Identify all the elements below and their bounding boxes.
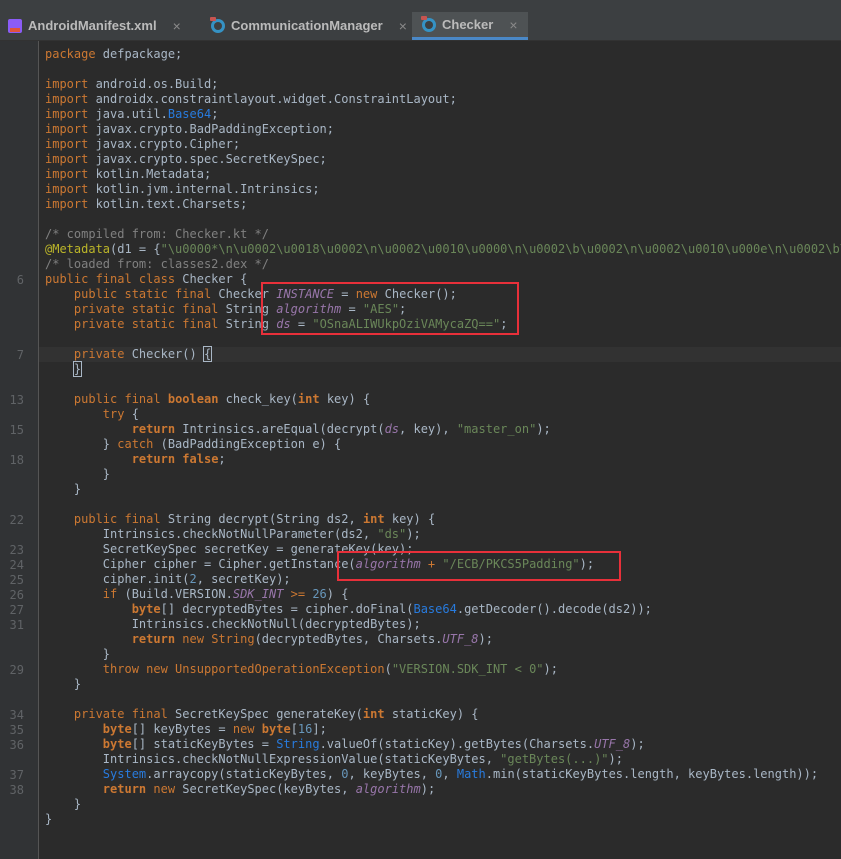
code-line[interactable]: import kotlin.Metadata; [45, 167, 211, 182]
code-line[interactable]: byte[] decryptedBytes = cipher.doFinal(B… [45, 602, 652, 617]
code-line[interactable]: import androidx.constraintlayout.widget.… [45, 92, 457, 107]
line-number: 31 [9, 618, 24, 632]
line-number: 35 [9, 723, 24, 737]
line-number: 6 [16, 273, 24, 287]
close-icon[interactable]: × [173, 18, 181, 34]
tab-communicationmanager[interactable]: CommunicationManager × [210, 12, 407, 39]
code-line[interactable]: Intrinsics.checkNotNullParameter(ds2, "d… [45, 527, 421, 542]
code-line[interactable]: } [45, 467, 110, 482]
line-number-gutter: 6 7 13 15 18 22 23 24 25 26 27 31 29 34 … [0, 41, 39, 859]
line-number: 24 [9, 558, 24, 572]
java-class-icon [421, 15, 436, 32]
tab-checker[interactable]: Checker × [412, 12, 528, 40]
line-number: 25 [9, 573, 24, 587]
code-line[interactable]: return new SecretKeySpec(keyBytes, algor… [45, 782, 435, 797]
line-number: 22 [9, 513, 24, 527]
code-line[interactable]: import android.os.Build; [45, 77, 218, 92]
code-line[interactable]: public final class Checker { [45, 272, 247, 287]
code-line[interactable]: package defpackage; [45, 47, 182, 62]
line-number: 18 [9, 453, 24, 467]
code-line[interactable]: } [45, 677, 81, 692]
line-number: 13 [9, 393, 24, 407]
code-line[interactable]: import kotlin.text.Charsets; [45, 197, 247, 212]
code-line[interactable]: private final SecretKeySpec generateKey(… [45, 707, 479, 722]
line-number: 37 [9, 768, 24, 782]
line-number: 38 [9, 783, 24, 797]
close-icon[interactable]: × [399, 18, 407, 34]
code-line[interactable]: public final boolean check_key(int key) … [45, 392, 370, 407]
code-line[interactable]: } [45, 647, 110, 662]
line-number: 26 [9, 588, 24, 602]
tab-label: AndroidManifest.xml [28, 18, 157, 33]
code-line[interactable]: } [45, 797, 81, 812]
code-line[interactable]: public final String decrypt(String ds2, … [45, 512, 435, 527]
code-line[interactable]: System.arraycopy(staticKeyBytes, 0, keyB… [45, 767, 818, 782]
java-class-icon [210, 16, 225, 33]
close-icon[interactable]: × [509, 17, 517, 33]
code-line[interactable]: byte[] keyBytes = new byte[16]; [45, 722, 327, 737]
code-line[interactable]: return Intrinsics.areEqual(decrypt(ds, k… [45, 422, 551, 437]
code-line[interactable]: private Checker() { [45, 346, 213, 362]
code-line[interactable]: byte[] staticKeyBytes = String.valueOf(s… [45, 737, 645, 752]
code-comment[interactable]: /* loaded from: classes2.dex */ [45, 257, 269, 272]
code-line[interactable]: import java.util.Base64; [45, 107, 218, 122]
highlight-box-fields [261, 282, 519, 335]
code-comment[interactable]: /* compiled from: Checker.kt */ [45, 227, 269, 242]
code-line[interactable]: } [45, 361, 83, 377]
line-number: 7 [16, 348, 24, 362]
code-line[interactable]: return new String(decryptedBytes, Charse… [45, 632, 493, 647]
line-number: 27 [9, 603, 24, 617]
xml-file-icon [8, 18, 22, 33]
line-number: 36 [9, 738, 24, 752]
highlight-box-cipher-mode [337, 551, 621, 581]
code-line[interactable]: Intrinsics.checkNotNullExpressionValue(s… [45, 752, 623, 767]
line-number: 34 [9, 708, 24, 722]
code-line[interactable]: } [45, 812, 52, 827]
code-line[interactable]: import javax.crypto.Cipher; [45, 137, 240, 152]
code-line[interactable]: cipher.init(2, secretKey); [45, 572, 291, 587]
tab-label: CommunicationManager [231, 18, 383, 33]
code-line[interactable]: @Metadata(d1 = {"\u0000*\n\u0002\u0018\u… [45, 242, 841, 257]
code-line[interactable]: if (Build.VERSION.SDK_INT >= 26) { [45, 587, 349, 602]
code-line[interactable]: import kotlin.jvm.internal.Intrinsics; [45, 182, 320, 197]
line-number: 29 [9, 663, 24, 677]
code-line[interactable]: throw new UnsupportedOperationException(… [45, 662, 558, 677]
line-number: 15 [9, 423, 24, 437]
line-number: 23 [9, 543, 24, 557]
code-line[interactable]: import javax.crypto.spec.SecretKeySpec; [45, 152, 327, 167]
code-line[interactable]: } [45, 482, 81, 497]
tab-androidmanifest[interactable]: AndroidManifest.xml × [8, 12, 181, 39]
code-line[interactable]: } catch (BadPaddingException e) { [45, 437, 341, 452]
code-line[interactable]: import javax.crypto.BadPaddingException; [45, 122, 334, 137]
tab-label: Checker [442, 17, 494, 32]
code-line[interactable]: return false; [45, 452, 226, 467]
code-line[interactable]: try { [45, 407, 139, 422]
code-line[interactable]: Intrinsics.checkNotNull(decryptedBytes); [45, 617, 421, 632]
